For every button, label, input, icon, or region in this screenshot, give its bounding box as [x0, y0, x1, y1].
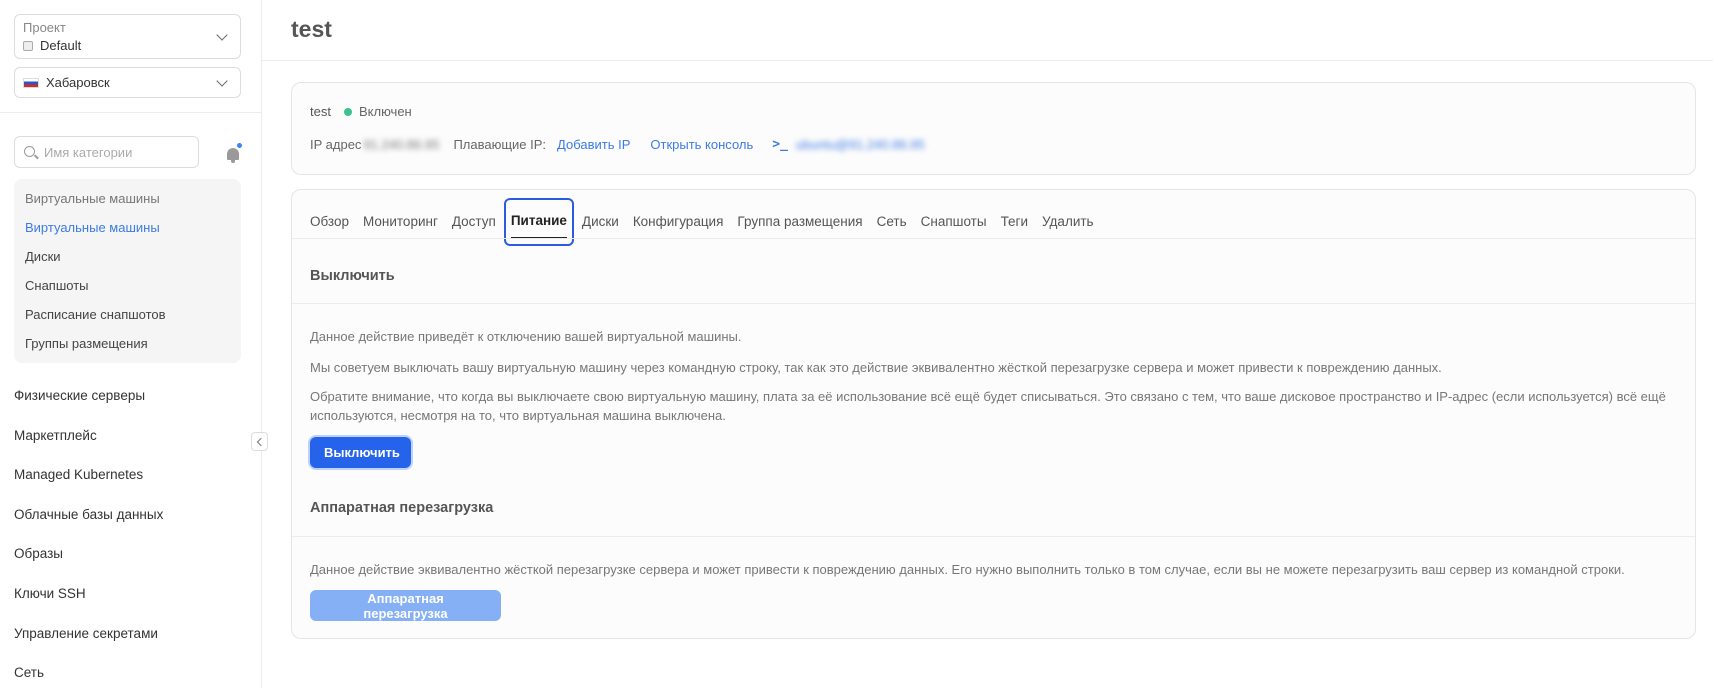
- vm-name: test: [310, 104, 331, 119]
- project-name: Default: [40, 38, 82, 53]
- status-dot-icon: [344, 107, 352, 116]
- vm-info-row: IP адрес 91.240.86.95 Плавающие IP: Доба…: [310, 137, 926, 152]
- hard-reset-section-title: Аппаратная перезагрузка: [310, 500, 494, 516]
- vm-status-label: Включен: [359, 104, 412, 119]
- page-title: test: [291, 16, 332, 42]
- ip-value[interactable]: 91.240.86.95: [363, 137, 441, 152]
- ssh-command[interactable]: ubuntu@91.240.86.95: [796, 137, 926, 152]
- sidebar-item-marketplace[interactable]: Маркетплейс: [14, 418, 163, 458]
- region-select[interactable]: Хабаровск: [14, 67, 241, 98]
- tab-network[interactable]: Сеть: [877, 204, 907, 240]
- vm-status: Включен: [344, 104, 412, 119]
- tab-access[interactable]: Доступ: [452, 204, 496, 240]
- notifications-bell-icon[interactable]: [225, 142, 243, 164]
- search-icon: [24, 146, 35, 157]
- terminal-icon: >_: [772, 137, 788, 152]
- project-select-value: Default: [23, 38, 81, 53]
- bell-clapper: [231, 160, 235, 163]
- open-console-link[interactable]: Открыть консоль: [650, 137, 753, 152]
- collapse-sidebar-button[interactable]: [251, 432, 268, 451]
- tab-monitoring[interactable]: Мониторинг: [363, 204, 438, 240]
- section-divider: [292, 536, 1695, 537]
- chevron-down-icon: [216, 75, 228, 87]
- subnav-item-disks[interactable]: Диски: [14, 242, 241, 271]
- vm-details-card: Обзор Мониторинг Доступ Питание Диски Ко…: [291, 189, 1696, 639]
- project-select[interactable]: Проект Default: [14, 14, 241, 59]
- sidebar-divider: [0, 112, 262, 113]
- subnav-item-snapshot-schedule[interactable]: Расписание снапшотов: [14, 300, 241, 329]
- header-divider: [262, 60, 1713, 61]
- subnav-item-snapshots[interactable]: Снапшоты: [14, 271, 241, 300]
- chevron-down-icon: [216, 29, 228, 41]
- project-icon: [23, 40, 33, 51]
- compute-subnav: Виртуальные машины Виртуальные машины Ди…: [14, 179, 241, 363]
- hard-reset-description: Данное действие эквивалентно жёсткой пер…: [310, 562, 1625, 577]
- sidebar-item-kubernetes[interactable]: Managed Kubernetes: [14, 457, 163, 497]
- sidebar-item-dedicated-servers[interactable]: Физические серверы: [14, 378, 163, 418]
- hard-reset-button[interactable]: Аппаратная перезагрузка: [310, 590, 501, 621]
- vm-info-card: test Включен IP адрес 91.240.86.95 Плава…: [291, 82, 1696, 175]
- tab-snapshots[interactable]: Снапшоты: [921, 204, 987, 240]
- shutdown-button[interactable]: Выключить: [310, 437, 411, 468]
- ip-label: IP адрес: [310, 137, 362, 152]
- category-search[interactable]: [14, 136, 199, 168]
- shutdown-description-2: Мы советуем выключать вашу виртуальную м…: [310, 360, 1442, 375]
- project-select-label: Проект: [23, 20, 66, 35]
- section-divider: [292, 303, 1695, 304]
- subnav-item-placement-groups[interactable]: Группы размещения: [14, 329, 241, 358]
- sidebar-item-images[interactable]: Образы: [14, 536, 163, 576]
- bell-body: [227, 148, 239, 160]
- shutdown-description-3: Обратите внимание, что когда вы выключае…: [310, 389, 1666, 423]
- sidebar-item-network[interactable]: Сеть: [14, 655, 163, 688]
- tab-disks[interactable]: Диски: [582, 204, 619, 240]
- region-name: Хабаровск: [46, 75, 110, 90]
- sidebar-item-ssh-keys[interactable]: Ключи SSH: [14, 576, 163, 616]
- sidebar-nav: Физические серверы Маркетплейс Managed K…: [14, 378, 163, 688]
- tab-configuration[interactable]: Конфигурация: [633, 204, 724, 240]
- tab-tags[interactable]: Теги: [1001, 204, 1028, 240]
- russia-flag-icon: [23, 77, 39, 88]
- notification-dot: [236, 142, 243, 149]
- sidebar: Проект Default Хабаровск Виртуальные маш…: [0, 0, 262, 688]
- sidebar-item-databases[interactable]: Облачные базы данных: [14, 497, 163, 537]
- vm-tabs: Обзор Мониторинг Доступ Питание Диски Ко…: [310, 198, 1108, 246]
- tab-placement-group[interactable]: Группа размещения: [737, 204, 862, 240]
- tabs-divider: [292, 238, 1695, 239]
- subnav-item-vms[interactable]: Виртуальные машины: [14, 213, 241, 242]
- shutdown-description-1: Данное действие приведёт к отключению ва…: [310, 329, 742, 344]
- search-input[interactable]: [44, 143, 194, 161]
- sidebar-item-secrets[interactable]: Управление секретами: [14, 616, 163, 656]
- tab-overview[interactable]: Обзор: [310, 204, 349, 240]
- tab-delete[interactable]: Удалить: [1042, 204, 1094, 240]
- floating-ip-label: Плавающие IP:: [453, 137, 547, 152]
- add-ip-link[interactable]: Добавить IP: [557, 137, 630, 152]
- region-select-value: Хабаровск: [23, 75, 110, 90]
- shutdown-section-title: Выключить: [310, 268, 395, 284]
- subnav-header-vms[interactable]: Виртуальные машины: [14, 184, 241, 213]
